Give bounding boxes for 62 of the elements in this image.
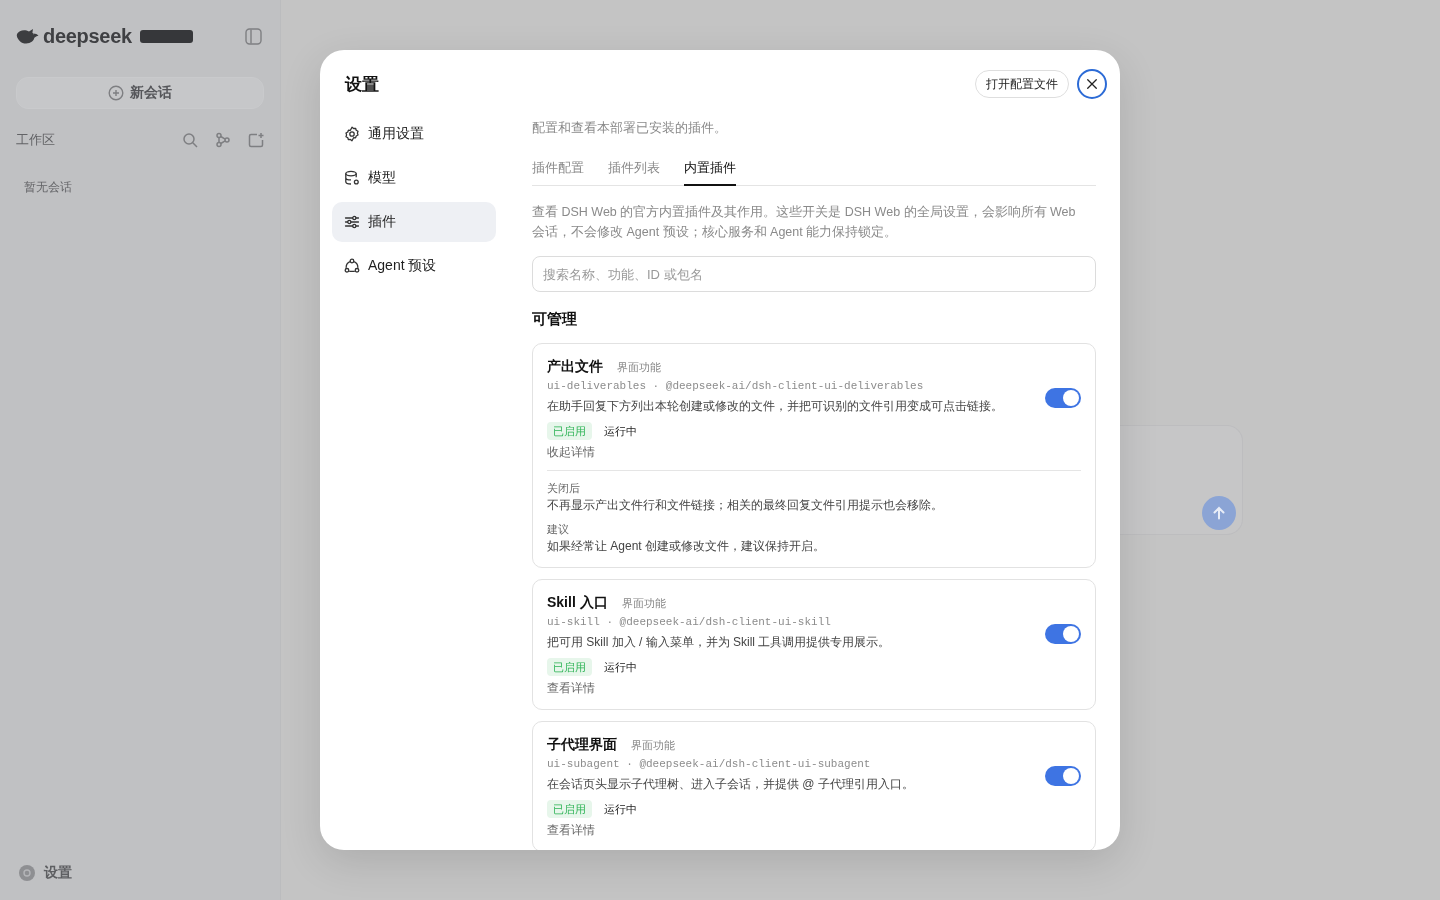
status-badge: 已启用 <box>547 800 592 818</box>
plugin-name: 产出文件 <box>547 357 603 376</box>
plugin-description: 在会话页头显示子代理树、进入子会话，并提供 @ 子代理引用入口。 <box>547 776 915 793</box>
run-state: 运行中 <box>604 802 637 817</box>
close-button[interactable] <box>1077 69 1107 99</box>
details-link[interactable]: 查看详情 <box>547 679 595 697</box>
send-button[interactable] <box>1202 496 1236 530</box>
logo-icon <box>16 26 39 46</box>
details-link[interactable]: 收起详情 <box>547 443 595 461</box>
sliders-icon <box>344 214 360 230</box>
toggle-switch[interactable] <box>1045 766 1081 786</box>
plus-circle-icon <box>108 85 124 101</box>
plugin-category: 界面功能 <box>621 596 666 611</box>
run-state: 运行中 <box>604 660 637 675</box>
close-icon <box>1086 78 1098 90</box>
status-badge: 已启用 <box>547 658 592 676</box>
plugin-package-id: ui-subagent · @deepseek-ai/dsh-client-ui-subagent <box>547 757 872 772</box>
settings-link[interactable]: 设置 <box>44 864 72 882</box>
settings-icon[interactable] <box>18 864 36 882</box>
search-icon[interactable] <box>182 132 198 148</box>
plugin-name: Skill 入口 <box>547 593 608 612</box>
intro-text: 查看 DSH Web 的官方内置插件及其作用。这些开关是 DSH Web 的全局设置，会影响所有 Web 会话，不会修改 Agent 预设；核心服务和 Agent 能力保持锁定。 <box>532 204 1077 241</box>
arrow-up-icon <box>1212 506 1226 520</box>
new-chat-button[interactable]: 新会话 <box>16 77 264 109</box>
open-config-button[interactable]: 打开配置文件 <box>975 70 1069 98</box>
logo-text: deepseek <box>43 24 132 48</box>
database-icon <box>344 170 360 186</box>
nav-item[interactable]: 模型 <box>332 158 496 198</box>
status-badge: 已启用 <box>547 422 592 440</box>
workspace-label: 工作区 <box>16 131 55 149</box>
toggle-switch[interactable] <box>1045 388 1081 408</box>
detail-text: 不再显示产出文件行和文件链接；相关的最终回复文件引用提示也会移除。 <box>547 497 944 514</box>
folder-plus-icon[interactable] <box>248 132 264 148</box>
run-state: 运行中 <box>604 424 637 439</box>
plugin-description: 在助手回复下方列出本轮创建或修改的文件，并把可识别的文件引用变成可点击链接。 <box>547 398 1004 415</box>
search-field[interactable]: 搜索名称、功能、ID 或包名 <box>532 256 1096 292</box>
plugin-package-id: ui-deliverables · @deepseek-ai/dsh-client-ui-deliverables <box>547 379 925 394</box>
sidebar-toggle-icon[interactable] <box>245 27 262 45</box>
tab[interactable]: 插件列表 <box>608 148 660 186</box>
toggle-switch[interactable] <box>1045 624 1081 644</box>
tag-icon <box>139 29 193 43</box>
empty-sessions-text: 暂无会话 <box>23 179 73 196</box>
nav-item[interactable]: 通用设置 <box>332 114 496 154</box>
nav-item[interactable]: Agent 预设 <box>332 246 496 286</box>
nav-item[interactable]: 插件 <box>332 202 496 242</box>
detail-label: 关闭后 <box>547 481 581 496</box>
details-link[interactable]: 查看详情 <box>547 821 595 839</box>
page-description: 配置和查看本部署已安装的插件。 <box>532 120 728 137</box>
gear-icon <box>344 126 360 142</box>
plugin-category: 界面功能 <box>617 360 661 375</box>
branch-icon[interactable] <box>215 132 231 148</box>
plugin-category: 界面功能 <box>631 738 675 753</box>
detail-label: 建议 <box>547 522 570 537</box>
section-heading: 可管理 <box>532 309 578 329</box>
tab[interactable]: 内置插件 <box>684 148 736 186</box>
plugin-package-id: ui-skill · @deepseek-ai/dsh-client-ui-skill <box>547 615 832 630</box>
tab[interactable]: 插件配置 <box>532 148 584 186</box>
plugin-description: 把可用 Skill 加入 / 输入菜单，并为 Skill 工具调用提供专用展示。 <box>547 634 892 651</box>
plugin-name: 子代理界面 <box>547 735 617 754</box>
detail-text: 如果经常让 Agent 创建或修改文件，建议保持开启。 <box>547 538 827 555</box>
dialog-title: 设置 <box>345 73 379 96</box>
nodes-icon <box>344 258 360 274</box>
